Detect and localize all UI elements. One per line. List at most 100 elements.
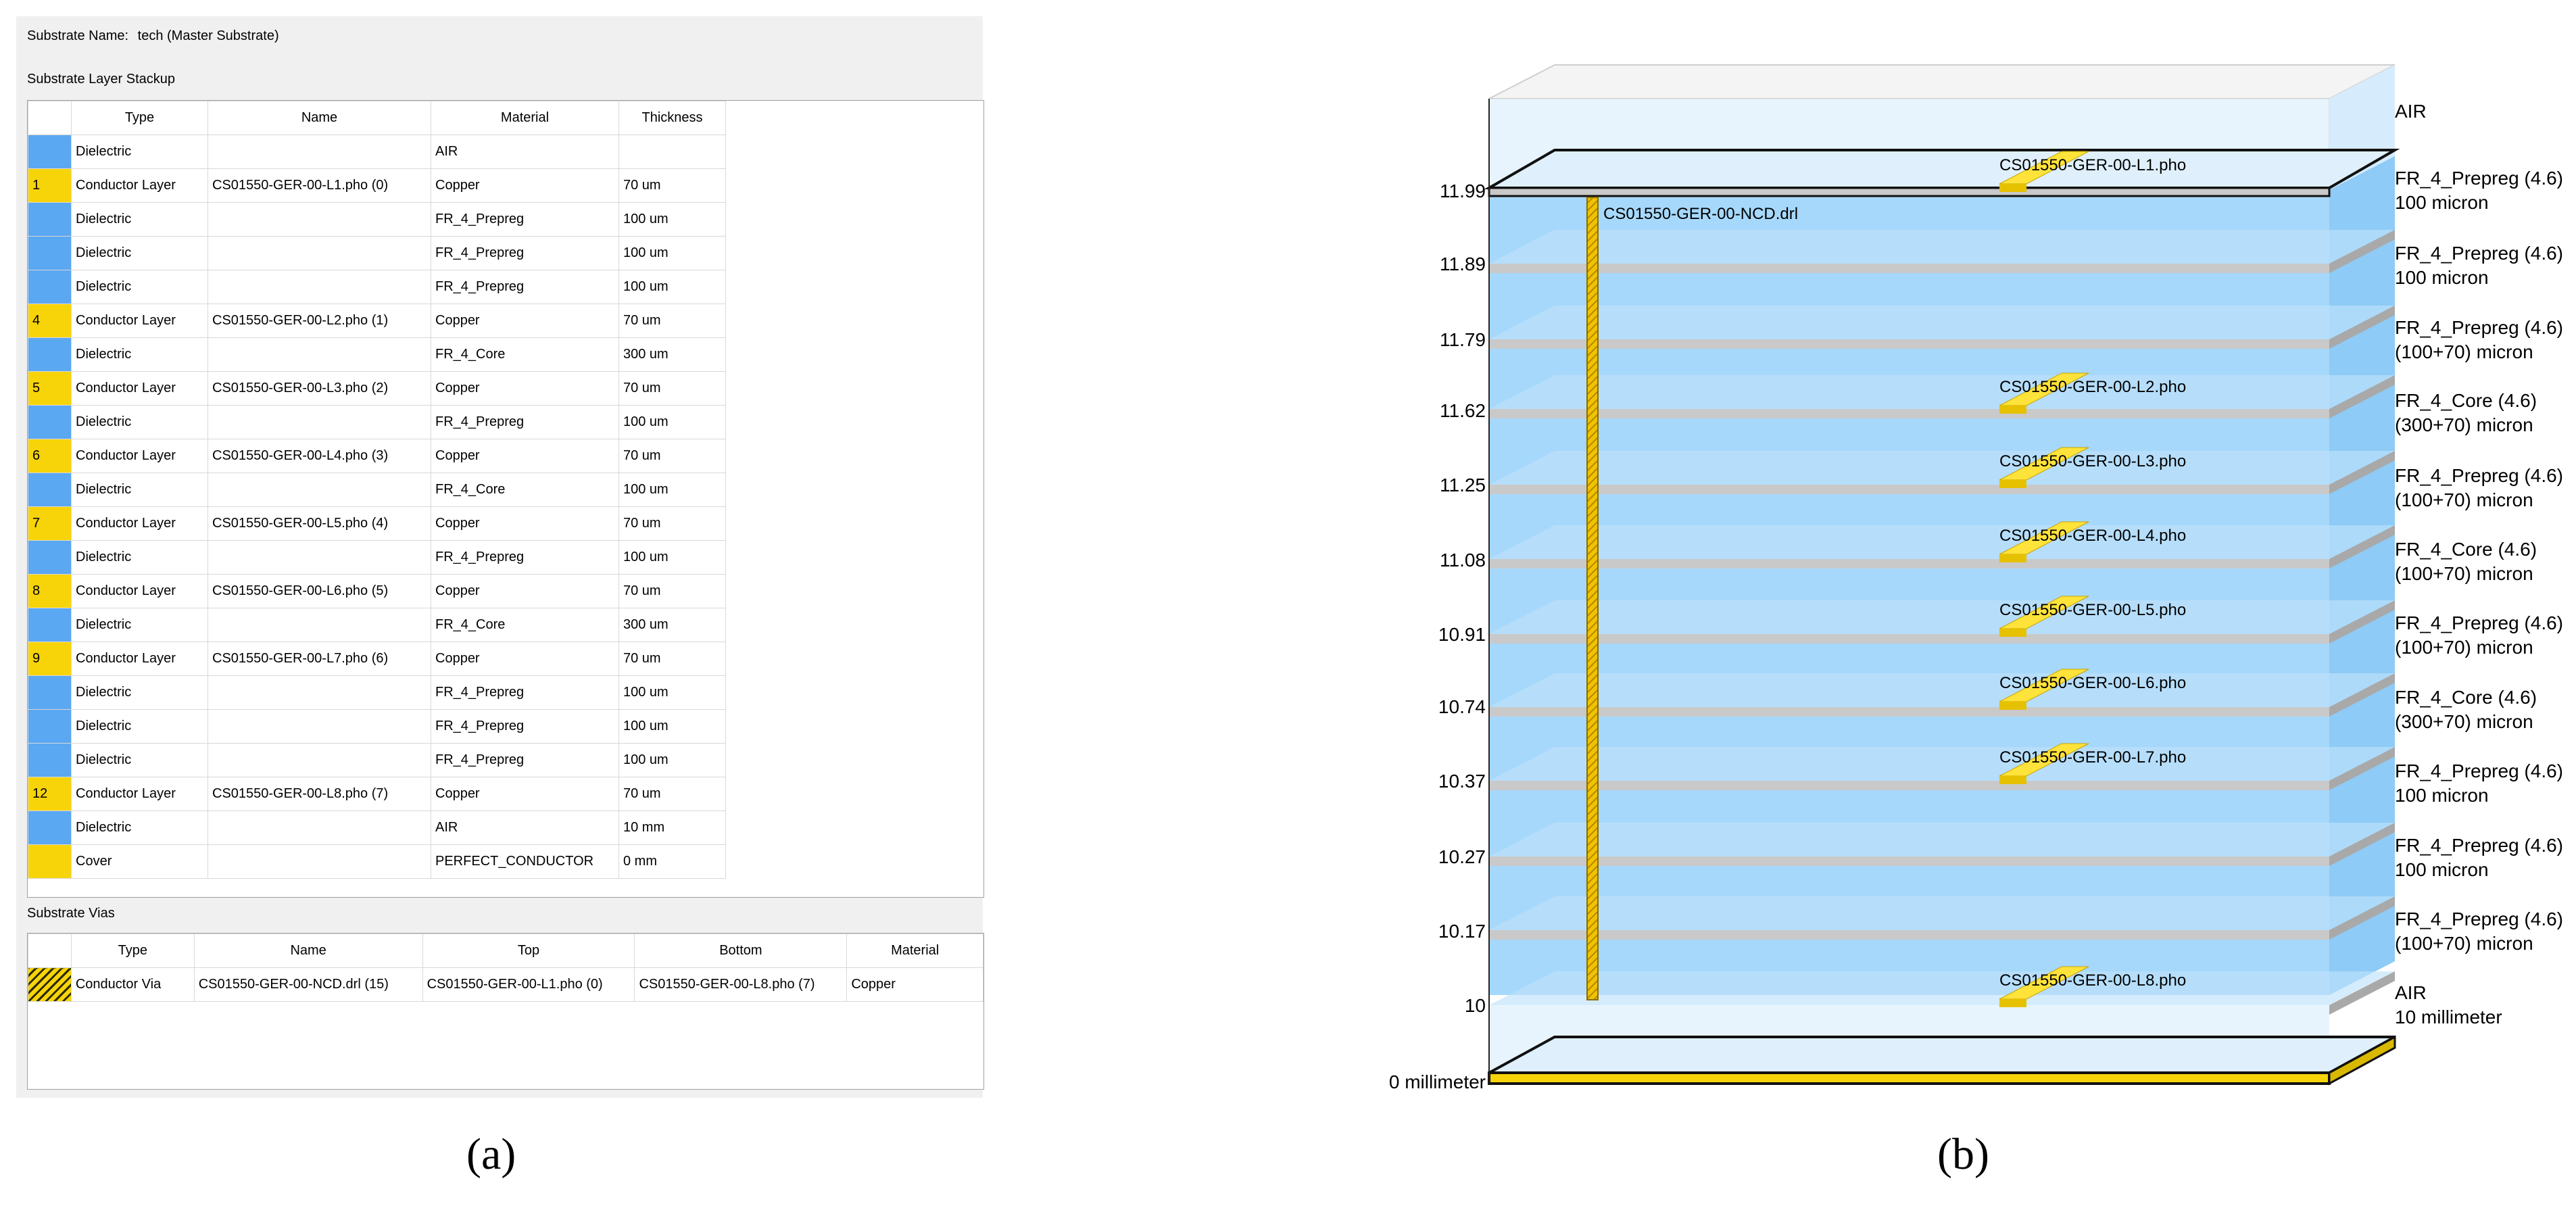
cell-thickness[interactable]: 100 um bbox=[618, 675, 726, 710]
cell-material[interactable]: Copper bbox=[431, 371, 619, 406]
cell-type[interactable]: Conductor Layer bbox=[71, 506, 208, 541]
cell-name[interactable] bbox=[208, 608, 431, 642]
cell-type[interactable]: Dielectric bbox=[71, 709, 208, 744]
via-column-header-type[interactable]: Type bbox=[70, 934, 195, 968]
row-indicator[interactable]: 6 bbox=[28, 439, 72, 473]
stackup-row[interactable]: Dielectric FR_4_Prepreg 100 um bbox=[28, 743, 726, 777]
cell-thickness[interactable]: 0 mm bbox=[618, 844, 726, 879]
cell-name[interactable] bbox=[208, 675, 431, 710]
column-header-material[interactable]: Material bbox=[431, 101, 619, 135]
cell-name[interactable] bbox=[208, 540, 431, 575]
cell-material[interactable]: Copper bbox=[431, 574, 619, 608]
stackup-row[interactable]: Dielectric FR_4_Core 100 um bbox=[28, 473, 726, 507]
cell-name[interactable]: CS01550-GER-00-L8.pho (7) bbox=[208, 777, 431, 811]
stackup-row[interactable]: 7 Conductor Layer CS01550-GER-00-L5.pho (4… bbox=[28, 506, 726, 541]
row-indicator[interactable]: 7 bbox=[28, 506, 72, 541]
cell-type[interactable]: Conductor Layer bbox=[71, 439, 208, 473]
column-header-name[interactable]: Name bbox=[208, 101, 431, 135]
stackup-row[interactable]: Dielectric FR_4_Prepreg 100 um bbox=[28, 270, 726, 304]
cell-name[interactable] bbox=[208, 844, 431, 879]
cell-name[interactable] bbox=[208, 473, 431, 507]
cell-material[interactable]: Copper bbox=[431, 168, 619, 203]
cell-thickness[interactable]: 70 um bbox=[618, 574, 726, 608]
stackup-row[interactable]: 1 Conductor Layer CS01550-GER-00-L1.pho (0… bbox=[28, 168, 726, 203]
cell-material[interactable]: Copper bbox=[431, 506, 619, 541]
cell-thickness[interactable]: 70 um bbox=[618, 439, 726, 473]
row-indicator[interactable] bbox=[28, 202, 72, 237]
stackup-row[interactable]: Dielectric FR_4_Prepreg 100 um bbox=[28, 236, 726, 270]
cell-material[interactable]: AIR bbox=[431, 810, 619, 845]
row-indicator[interactable] bbox=[28, 135, 72, 169]
via-cell-bottom[interactable]: CS01550-GER-00-L8.pho (7) bbox=[634, 967, 848, 1002]
row-indicator[interactable]: 12 bbox=[28, 777, 72, 811]
cell-material[interactable]: PERFECT_CONDUCTOR bbox=[431, 844, 619, 879]
stackup-row[interactable]: Dielectric FR_4_Core 300 um bbox=[28, 608, 726, 642]
cell-type[interactable]: Conductor Layer bbox=[71, 642, 208, 676]
cell-name[interactable]: CS01550-GER-00-L6.pho (5) bbox=[208, 574, 431, 608]
cell-material[interactable]: FR_4_Prepreg bbox=[431, 743, 619, 777]
cell-thickness[interactable]: 100 um bbox=[618, 709, 726, 744]
row-indicator[interactable] bbox=[28, 608, 72, 642]
cell-material[interactable]: AIR bbox=[431, 135, 619, 169]
stackup-row[interactable]: Cover PERFECT_CONDUCTOR 0 mm bbox=[28, 844, 726, 879]
cell-type[interactable]: Dielectric bbox=[71, 135, 208, 169]
cell-thickness[interactable]: 100 um bbox=[618, 202, 726, 237]
cell-name[interactable]: CS01550-GER-00-L1.pho (0) bbox=[208, 168, 431, 203]
cell-type[interactable]: Dielectric bbox=[71, 270, 208, 304]
cell-type[interactable]: Conductor Layer bbox=[71, 304, 208, 338]
via-indicator[interactable] bbox=[28, 967, 72, 1002]
cell-name[interactable] bbox=[208, 135, 431, 169]
stackup-row[interactable]: Dielectric FR_4_Prepreg 100 um bbox=[28, 202, 726, 237]
cell-name[interactable] bbox=[208, 236, 431, 270]
cell-name[interactable] bbox=[208, 810, 431, 845]
row-indicator[interactable] bbox=[28, 709, 72, 744]
cell-thickness[interactable]: 100 um bbox=[618, 743, 726, 777]
cell-name[interactable]: CS01550-GER-00-L3.pho (2) bbox=[208, 371, 431, 406]
cell-material[interactable]: FR_4_Core bbox=[431, 337, 619, 372]
cell-type[interactable]: Dielectric bbox=[71, 473, 208, 507]
cell-material[interactable]: FR_4_Prepreg bbox=[431, 675, 619, 710]
row-indicator[interactable]: 5 bbox=[28, 371, 72, 406]
via-cell-type[interactable]: Conductor Via bbox=[70, 967, 195, 1002]
cell-thickness[interactable]: 100 um bbox=[618, 473, 726, 507]
row-indicator[interactable] bbox=[28, 540, 72, 575]
cell-name[interactable] bbox=[208, 743, 431, 777]
stackup-row[interactable]: Dielectric AIR 10 mm bbox=[28, 810, 726, 845]
cell-name[interactable]: CS01550-GER-00-L4.pho (3) bbox=[208, 439, 431, 473]
cell-type[interactable]: Dielectric bbox=[71, 337, 208, 372]
stackup-row[interactable]: 9 Conductor Layer CS01550-GER-00-L7.pho (6… bbox=[28, 642, 726, 676]
cell-name[interactable] bbox=[208, 270, 431, 304]
stackup-row[interactable]: 4 Conductor Layer CS01550-GER-00-L2.pho (1… bbox=[28, 304, 726, 338]
stackup-row[interactable]: Dielectric FR_4_Prepreg 100 um bbox=[28, 675, 726, 710]
row-indicator[interactable] bbox=[28, 405, 72, 439]
vias-grid[interactable]: Type Name Top Bottom Material Conductor Via C… bbox=[27, 933, 984, 1090]
stackup-row[interactable]: 6 Conductor Layer CS01550-GER-00-L4.pho (3… bbox=[28, 439, 726, 473]
cell-name[interactable]: CS01550-GER-00-L5.pho (4) bbox=[208, 506, 431, 541]
cell-material[interactable]: Copper bbox=[431, 304, 619, 338]
column-header-type[interactable]: Type bbox=[71, 101, 208, 135]
cell-type[interactable]: Conductor Layer bbox=[71, 168, 208, 203]
cell-thickness[interactable]: 70 um bbox=[618, 777, 726, 811]
row-indicator[interactable] bbox=[28, 810, 72, 845]
stackup-row[interactable]: Dielectric FR_4_Prepreg 100 um bbox=[28, 540, 726, 575]
cell-material[interactable]: FR_4_Prepreg bbox=[431, 709, 619, 744]
stackup-row[interactable]: Dielectric FR_4_Core 300 um bbox=[28, 337, 726, 372]
row-indicator[interactable] bbox=[28, 675, 72, 710]
row-indicator[interactable] bbox=[28, 337, 72, 372]
stackup-row[interactable]: Dielectric FR_4_Prepreg 100 um bbox=[28, 405, 726, 439]
cell-type[interactable]: Dielectric bbox=[71, 540, 208, 575]
cell-type[interactable]: Dielectric bbox=[71, 405, 208, 439]
cell-material[interactable]: FR_4_Prepreg bbox=[431, 405, 619, 439]
cell-material[interactable]: Copper bbox=[431, 439, 619, 473]
cell-type[interactable]: Dielectric bbox=[71, 743, 208, 777]
cell-material[interactable]: FR_4_Core bbox=[431, 473, 619, 507]
row-indicator[interactable] bbox=[28, 270, 72, 304]
layer-stackup-grid[interactable]: Type Name Material Thickness Dielectric AIR 1… bbox=[27, 100, 984, 898]
cell-material[interactable]: Copper bbox=[431, 642, 619, 676]
cell-thickness[interactable]: 300 um bbox=[618, 608, 726, 642]
stackup-row[interactable]: 5 Conductor Layer CS01550-GER-00-L3.pho (2… bbox=[28, 371, 726, 406]
cell-thickness[interactable] bbox=[618, 135, 726, 169]
cell-thickness[interactable]: 70 um bbox=[618, 168, 726, 203]
cell-thickness[interactable]: 100 um bbox=[618, 405, 726, 439]
row-indicator[interactable] bbox=[28, 743, 72, 777]
